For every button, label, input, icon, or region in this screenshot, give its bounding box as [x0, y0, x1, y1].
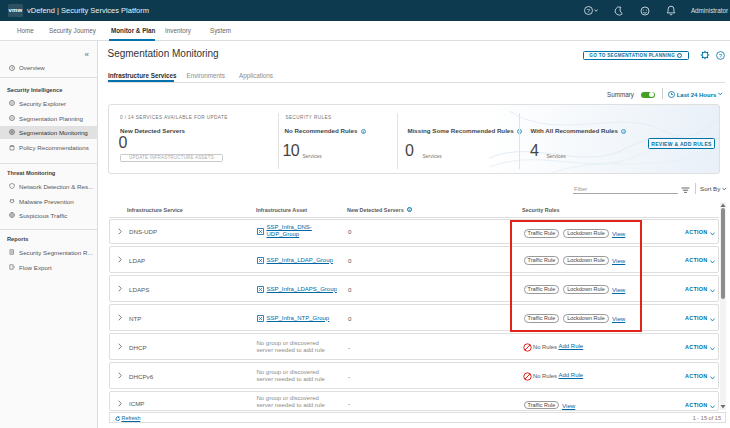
- svg-text:?: ?: [587, 8, 591, 14]
- svg-text:?: ?: [718, 52, 722, 58]
